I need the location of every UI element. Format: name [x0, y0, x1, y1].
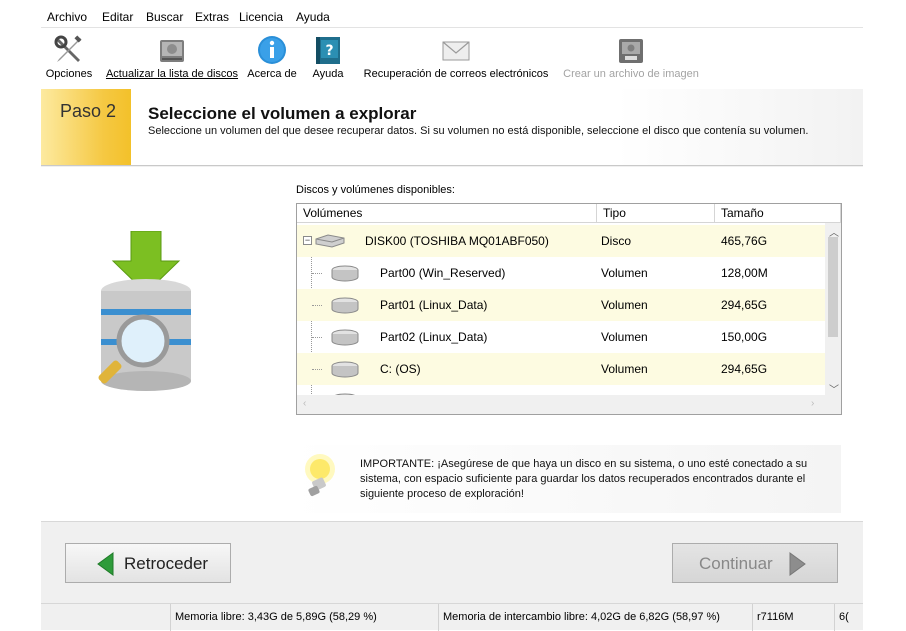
column-header-type[interactable]: Tipo	[597, 204, 715, 223]
collapse-toggle[interactable]: −	[303, 236, 312, 245]
column-header-size[interactable]: Tamaño	[715, 204, 841, 223]
menu-ayuda[interactable]: Ayuda	[296, 10, 330, 24]
menu-editar[interactable]: Editar	[102, 10, 133, 24]
svg-text:?: ?	[325, 43, 333, 59]
lightbulb-icon	[305, 454, 335, 497]
volume-type: Disco	[601, 234, 632, 248]
step-description: Seleccione un volumen del que desee recu…	[148, 125, 809, 137]
volume-size: 294,65G	[721, 298, 768, 312]
toolbar: Opciones Actualizar la lista de discos A…	[41, 28, 863, 89]
volume-table: Volúmenes Tipo Tamaño − DISK00 (TOSHIBA …	[296, 203, 842, 415]
volume-type: Volumen	[601, 266, 648, 280]
scroll-left-icon[interactable]: ‹	[303, 398, 306, 409]
table-row-partial	[297, 385, 825, 395]
table-row[interactable]: − DISK00 (TOSHIBA MQ01ABF050) Disco 465,…	[297, 225, 825, 257]
status-bar: Memoria libre: 3,43G de 5,89G (58,29 %) …	[41, 603, 863, 631]
back-button-label: Retroceder	[124, 554, 209, 573]
partition-icon	[331, 265, 359, 282]
status-build: r7116M	[753, 604, 835, 631]
page-title: Seleccione el volumen a explorar	[148, 104, 417, 123]
database-search-illustration	[98, 231, 191, 391]
app-window: Archivo Editar Buscar Extras Licencia Ay…	[41, 0, 863, 631]
menu-bar: Archivo Editar Buscar Extras Licencia Ay…	[41, 0, 863, 28]
status-memory: Memoria libre: 3,43G de 5,89G (58,29 %)	[171, 604, 439, 631]
create-image-button[interactable]: Crear un archivo de imagen	[559, 28, 703, 89]
volume-size: 294,65G	[721, 362, 768, 376]
table-row[interactable]: C: (OS) Volumen 294,65G	[297, 353, 825, 385]
tree-branch	[312, 369, 322, 370]
menu-extras[interactable]: Extras	[195, 10, 229, 24]
continue-button-label: Continuar	[699, 554, 773, 573]
about-label: Acerca de	[247, 68, 297, 80]
arrow-right-icon	[789, 552, 806, 576]
volume-name: DISK00 (TOSHIBA MQ01ABF050)	[365, 234, 549, 248]
disk-image-icon	[619, 39, 643, 63]
horizontal-scrollbar[interactable]: ‹ ›	[297, 395, 841, 414]
volume-size: 128,00M	[721, 266, 768, 280]
column-header-volumes[interactable]: Volúmenes	[297, 204, 597, 223]
info-icon	[258, 36, 286, 64]
status-swap: Memoria de intercambio libre: 4,02G de 6…	[439, 604, 753, 631]
refresh-disks-label: Actualizar la lista de discos	[105, 68, 239, 80]
table-header: Volúmenes Tipo Tamaño	[297, 204, 841, 223]
status-extra: 6(	[839, 611, 849, 623]
tools-icon	[54, 35, 82, 62]
help-button[interactable]: ? Ayuda	[305, 28, 351, 89]
about-button[interactable]: Acerca de	[245, 28, 299, 89]
disk-drive-icon	[160, 40, 184, 62]
volume-size: 150,00G	[721, 330, 768, 344]
envelope-icon	[442, 41, 470, 61]
main-panel: Discos y volúmenes disponibles: Volúmene…	[41, 167, 863, 522]
partition-icon	[331, 297, 359, 314]
scroll-right-icon[interactable]: ›	[811, 398, 814, 409]
volume-type: Volumen	[601, 330, 648, 344]
tree-branch	[312, 337, 322, 338]
create-image-label: Crear un archivo de imagen	[563, 68, 699, 80]
table-row[interactable]: Part02 (Linux_Data) Volumen 150,00G	[297, 321, 825, 353]
scroll-thumb[interactable]	[828, 237, 838, 337]
table-row[interactable]: Part01 (Linux_Data) Volumen 294,65G	[297, 289, 825, 321]
arrow-left-icon	[97, 552, 114, 576]
email-recovery-label: Recuperación de correos electrónicos	[363, 68, 549, 80]
volume-name: Part01 (Linux_Data)	[380, 298, 488, 312]
partition-icon	[331, 361, 359, 378]
volume-type: Volumen	[601, 298, 648, 312]
volume-name: Part00 (Win_Reserved)	[380, 266, 506, 280]
scroll-down-icon[interactable]: ﹀	[829, 381, 839, 396]
table-row[interactable]: Part00 (Win_Reserved) Volumen 128,00M	[297, 257, 825, 289]
disks-label: Discos y volúmenes disponibles:	[296, 184, 455, 196]
menu-buscar[interactable]: Buscar	[146, 10, 183, 24]
step-badge: Paso 2	[41, 89, 131, 165]
menu-licencia[interactable]: Licencia	[239, 10, 283, 24]
menu-archivo[interactable]: Archivo	[47, 10, 87, 24]
refresh-disks-button[interactable]: Actualizar la lista de discos	[101, 28, 243, 89]
important-tip-text: IMPORTANTE: ¡Asegúrese de que haya un di…	[360, 458, 808, 500]
partition-icon	[331, 329, 359, 346]
important-tip: IMPORTANTE: ¡Asegúrese de que haya un di…	[291, 445, 841, 513]
tree-branch	[312, 273, 322, 274]
continue-button[interactable]: Continuar	[672, 543, 838, 583]
tree-branch	[312, 305, 322, 306]
volume-name: Part02 (Linux_Data)	[380, 330, 488, 344]
navigation-bar: Retroceder Continuar	[41, 523, 863, 599]
volume-size: 465,76G	[721, 234, 768, 248]
volume-type: Volumen	[601, 362, 648, 376]
options-label: Opciones	[45, 68, 93, 80]
email-recovery-button[interactable]: Recuperación de correos electrónicos	[359, 28, 553, 89]
vertical-scrollbar[interactable]: ︿ ﹀	[825, 223, 841, 396]
volume-name: C: (OS)	[380, 362, 421, 376]
step-header: Paso 2 Seleccione el volumen a explorar …	[41, 89, 863, 166]
step-number: Paso 2	[60, 101, 117, 121]
back-button[interactable]: Retroceder	[65, 543, 231, 583]
help-book-icon: ?	[316, 37, 340, 64]
status-empty	[41, 604, 171, 631]
hard-disk-icon	[315, 234, 345, 248]
help-label: Ayuda	[312, 68, 344, 80]
options-button[interactable]: Opciones	[41, 28, 97, 89]
